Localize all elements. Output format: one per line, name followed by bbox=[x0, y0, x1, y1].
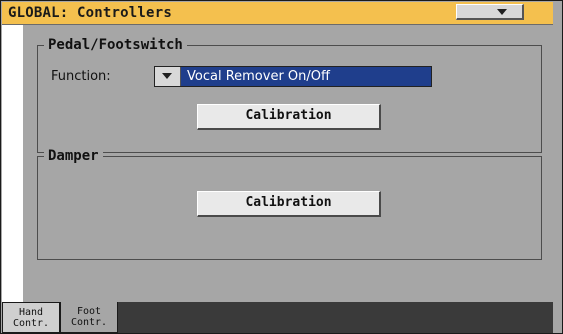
function-value: Vocal Remover On/Off bbox=[187, 69, 330, 84]
main-panel: Pedal/Footswitch Function: Vocal Remover… bbox=[23, 25, 553, 295]
tab-hand-line2: Contr. bbox=[12, 318, 50, 329]
tab-hand-controllers[interactable]: Hand Contr. bbox=[2, 302, 60, 333]
page-title: GLOBAL: Controllers bbox=[8, 5, 172, 21]
function-label: Function: bbox=[51, 69, 111, 84]
pedal-footswitch-legend: Pedal/Footswitch bbox=[44, 37, 187, 53]
chevron-down-icon bbox=[497, 9, 507, 15]
title-bar: GLOBAL: Controllers bbox=[2, 2, 553, 26]
chevron-down-icon bbox=[162, 73, 172, 79]
pedal-footswitch-group: Pedal/Footswitch bbox=[37, 37, 542, 153]
function-dropdown[interactable]: Vocal Remover On/Off bbox=[154, 66, 432, 87]
page-menu-button[interactable] bbox=[456, 4, 524, 20]
damper-legend: Damper bbox=[44, 148, 103, 164]
pedal-calibration-button[interactable]: Calibration bbox=[197, 104, 381, 130]
tab-hand-line1: Hand bbox=[18, 307, 44, 318]
tab-foot-line2: Contr. bbox=[70, 317, 108, 328]
damper-calibration-button[interactable]: Calibration bbox=[197, 191, 381, 217]
tab-foot-controllers[interactable]: Foot Contr. bbox=[60, 302, 118, 333]
global-controllers-screen: GLOBAL: Controllers Pedal/Footswitch Fun… bbox=[0, 0, 563, 334]
tab-foot-line1: Foot bbox=[76, 306, 102, 317]
tab-bar: Hand Contr. Foot Contr. bbox=[2, 302, 553, 333]
dropdown-arrow-button[interactable] bbox=[155, 67, 181, 86]
left-margin bbox=[2, 25, 23, 333]
